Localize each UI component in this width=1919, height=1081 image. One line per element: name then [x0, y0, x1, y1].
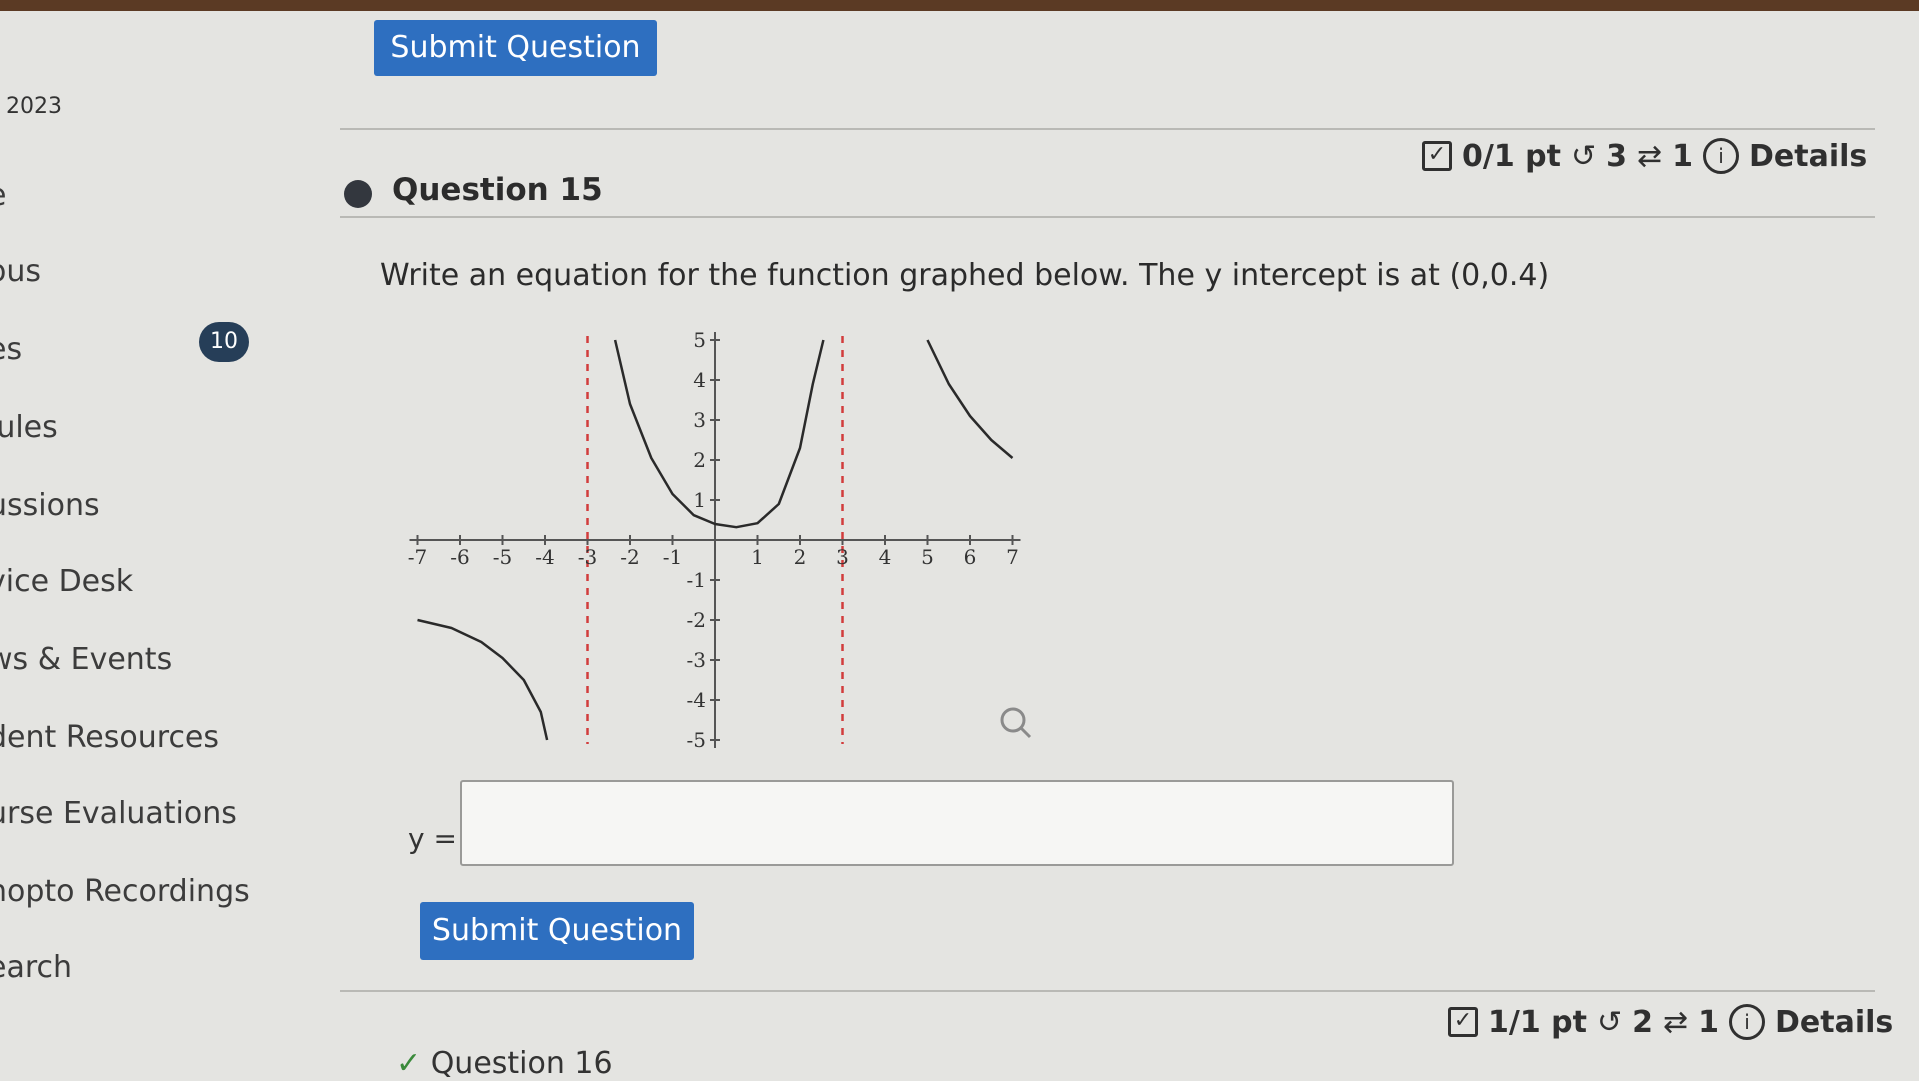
sidebar-item-files[interactable]: es [0, 332, 22, 367]
retry-icon: ↺ [1570, 138, 1597, 174]
sidebar-item-syllabus[interactable]: ous [0, 254, 41, 289]
divider [340, 128, 1875, 130]
divider [340, 990, 1875, 992]
retries-count: 2 [1632, 1004, 1653, 1040]
question16-title: ✓ Question 16 [396, 1046, 613, 1081]
score-text: 1/1 pt [1488, 1004, 1587, 1040]
answer-label: y = [408, 822, 457, 855]
y-tick-label: -3 [687, 648, 706, 672]
attempts-icon: ⇄ [1636, 138, 1663, 174]
sidebar-item-service-desk[interactable]: vice Desk [0, 564, 133, 599]
answer-input[interactable] [460, 780, 1454, 866]
x-tick-label: 3 [836, 545, 849, 569]
x-tick-label: 2 [794, 545, 807, 569]
magnify-icon[interactable] [1000, 707, 1032, 739]
retry-icon: ↺ [1596, 1004, 1623, 1040]
x-tick-label: -6 [450, 545, 469, 569]
question-title: Question 15 [392, 172, 603, 208]
x-tick-label: 5 [921, 545, 934, 569]
submit-question-button-top[interactable]: Submit Question [374, 20, 657, 76]
sidebar-item-modules[interactable]: lules [0, 410, 58, 445]
attempts-count: 1 [1698, 1004, 1719, 1040]
y-tick-label: -1 [687, 568, 706, 592]
question-divider [340, 216, 1875, 218]
info-icon[interactable]: i [1703, 138, 1739, 174]
x-tick-label: -2 [620, 545, 639, 569]
sidebar-year: 2023 [6, 94, 62, 119]
sidebar-item-panopto-recordings[interactable]: nopto Recordings [0, 874, 250, 909]
sidebar-item-discussions[interactable]: ussions [0, 488, 100, 523]
y-tick-label: 2 [693, 448, 706, 472]
x-tick-label: -1 [663, 545, 682, 569]
x-tick-label: -3 [578, 545, 597, 569]
y-tick-label: -2 [687, 608, 706, 632]
question-meta: ✓ 0/1 pt ↺ 3 ⇄ 1 i Details [1422, 138, 1867, 174]
sidebar: 2023 e ous es 10 lules ussions vice Desk… [0, 0, 300, 1080]
y-tick-label: -4 [687, 688, 706, 712]
x-tick-label: -4 [535, 545, 554, 569]
y-tick-label: 5 [693, 328, 706, 352]
sidebar-item-student-resources[interactable]: dent Resources [0, 720, 219, 755]
x-tick-label: -5 [493, 545, 512, 569]
function-curve [926, 339, 1014, 459]
attempts-icon: ⇄ [1662, 1004, 1689, 1040]
sidebar-item-search[interactable]: earch [0, 950, 72, 985]
question16-meta: ✓ 1/1 pt ↺ 2 ⇄ 1 i Details [1448, 1004, 1893, 1040]
x-tick-label: 6 [964, 545, 977, 569]
sidebar-item-course-evaluations[interactable]: urse Evaluations [0, 796, 237, 831]
function-curve [417, 618, 549, 741]
sidebar-item-news-events[interactable]: ws & Events [0, 642, 172, 677]
checkmark-icon: ✓ [396, 1046, 431, 1081]
attempts-count: 1 [1672, 138, 1693, 174]
x-tick-label: -7 [408, 545, 427, 569]
x-tick-label: 1 [751, 545, 764, 569]
sidebar-item-home[interactable]: e [0, 178, 6, 213]
submit-question-button[interactable]: Submit Question [420, 902, 694, 960]
x-tick-label: 7 [1006, 545, 1019, 569]
retries-count: 3 [1606, 138, 1627, 174]
question-status-dot [344, 180, 372, 208]
y-tick-label: 1 [693, 488, 706, 512]
details-link[interactable]: Details [1775, 1005, 1893, 1040]
function-graph: -7 -6 -5 -4 -3 -2 -1 1 2 3 4 5 6 7 5 4 3 2 1 -1 -2 -3 -4 -5 [408, 328, 1032, 752]
x-tick-label: 4 [879, 545, 892, 569]
y-tick-label: 4 [693, 368, 706, 392]
notification-badge: 10 [199, 322, 249, 362]
question-prompt: Write an equation for the function graph… [380, 258, 1550, 293]
checkbox-icon: ✓ [1448, 1007, 1478, 1037]
score-text: 0/1 pt [1462, 138, 1561, 174]
y-tick-label: 3 [693, 408, 706, 432]
checkbox-icon: ✓ [1422, 141, 1452, 171]
question16-title-text: Question 16 [430, 1046, 613, 1081]
details-link[interactable]: Details [1749, 139, 1867, 174]
info-icon[interactable]: i [1729, 1004, 1765, 1040]
y-tick-label: -5 [687, 728, 706, 752]
